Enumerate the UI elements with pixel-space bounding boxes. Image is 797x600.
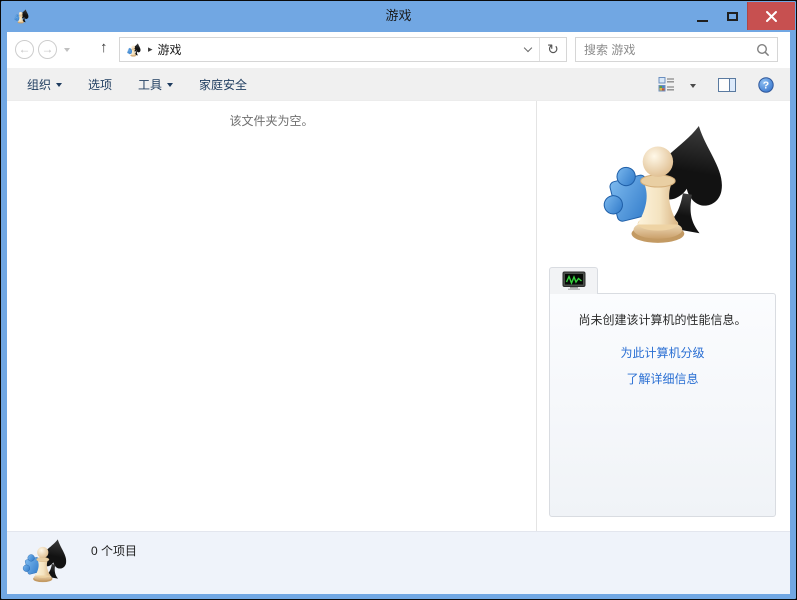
forward-button[interactable]: → (38, 40, 57, 59)
titlebar: 游戏 (1, 1, 796, 32)
content-area: 该文件夹为空。 尚未创建该计算机的性能信息。 为此计算机分级 了解详细信息 (7, 101, 790, 531)
maximize-icon (726, 11, 738, 21)
options-label: 选项 (88, 77, 113, 92)
views-dropdown-icon[interactable] (690, 83, 696, 88)
performance-info-box: 尚未创建该计算机的性能信息。 为此计算机分级 了解详细信息 (549, 293, 776, 517)
performance-monitor-icon (562, 271, 585, 290)
address-dropdown-button[interactable] (517, 38, 539, 61)
details-pane: 尚未创建该计算机的性能信息。 为此计算机分级 了解详细信息 (536, 101, 790, 531)
games-large-icon (595, 119, 732, 244)
search-box (575, 37, 778, 62)
family-safety-label: 家庭安全 (199, 77, 248, 92)
refresh-button[interactable]: ↻ (540, 38, 566, 61)
close-button[interactable] (747, 2, 795, 30)
chevron-down-icon (523, 43, 533, 53)
recent-pages-dropdown-icon[interactable] (64, 48, 70, 52)
empty-folder-message: 该文件夹为空。 (229, 114, 314, 128)
window-title: 游戏 (385, 8, 412, 23)
breadcrumb-item[interactable]: 游戏 (158, 41, 182, 58)
help-button[interactable]: ? (758, 76, 774, 93)
family-safety-button[interactable]: 家庭安全 (193, 72, 253, 97)
close-icon (766, 10, 777, 22)
maximize-button[interactable] (717, 2, 747, 30)
preview-pane-button[interactable] (718, 77, 736, 92)
tools-label: 工具 (138, 77, 163, 92)
chevron-down-icon (167, 83, 174, 87)
search-icon (756, 43, 770, 56)
client-area: ← → ↑ ▸ 游戏 ↻ 搜索 游戏 组织 选项 工具 家庭安全 ? 该文件夹为… (7, 32, 790, 594)
chevron-down-icon (56, 83, 63, 87)
organize-menu[interactable]: 组织 (21, 72, 68, 97)
navigation-bar: ← → ↑ ▸ 游戏 ↻ (7, 32, 790, 68)
minimize-icon (696, 19, 708, 22)
change-view-button[interactable] (658, 76, 675, 93)
search-input[interactable] (576, 42, 756, 57)
back-button[interactable]: ← (15, 40, 34, 59)
status-bar: 0 个项目 (7, 531, 790, 594)
up-button[interactable]: ↑ (100, 39, 108, 56)
rate-this-computer-link[interactable]: 为此计算机分级 (550, 344, 775, 361)
tools-menu[interactable]: 工具 (132, 72, 179, 97)
games-explorer-window: 游戏 ← → ↑ ▸ 游戏 ↻ 搜索 游戏 组织 选项 工具 家庭安全 ? 该文… (0, 0, 797, 600)
options-button[interactable]: 选项 (82, 72, 118, 97)
command-bar: 组织 选项 工具 家庭安全 ? (7, 68, 790, 101)
performance-message: 尚未创建该计算机的性能信息。 (578, 313, 747, 327)
learn-more-link[interactable]: 了解详细信息 (550, 370, 775, 387)
performance-tab[interactable] (549, 267, 598, 294)
svg-text:?: ? (763, 79, 769, 91)
item-count: 0 个项目 (91, 544, 138, 558)
games-status-icon (20, 536, 71, 583)
address-bar[interactable]: ▸ 游戏 ↻ (119, 37, 567, 62)
breadcrumb-chevron-icon: ▸ (148, 44, 153, 54)
file-list-pane[interactable]: 该文件夹为空。 (7, 101, 536, 531)
organize-label: 组织 (27, 77, 52, 92)
minimize-button[interactable] (687, 2, 717, 30)
games-breadcrumb-icon (126, 42, 142, 57)
